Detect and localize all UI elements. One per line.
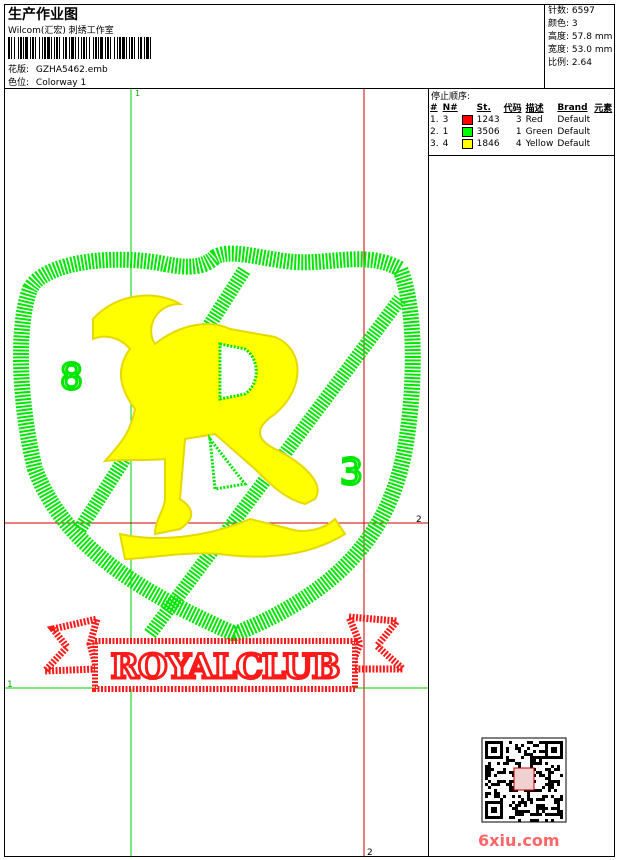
row-index: 1. — [430, 115, 439, 125]
row-brand: Default — [557, 115, 591, 125]
table-row: 1. 3 1243 3 Red Default — [430, 114, 616, 126]
stat-scale: 比例: 2.64 — [548, 58, 592, 68]
stat-width: 宽度: 53.0 mm — [548, 45, 613, 55]
col-index: # — [430, 102, 438, 113]
row-index: 3. — [430, 139, 439, 149]
barcode — [8, 37, 151, 59]
stat-colors: 颜色: 3 — [548, 19, 578, 29]
col-brand: Brand — [557, 102, 588, 113]
row-index: 2. — [430, 127, 439, 137]
row-needle: 1 — [442, 127, 449, 137]
row-element — [594, 114, 616, 126]
stats-panel: 针数: 6597 颜色: 3 高度: 57.8 mm 宽度: 53.0 mm 比… — [548, 5, 612, 70]
row-element — [594, 126, 616, 138]
colorway-line: 色位: Colorway 1 — [8, 75, 86, 88]
shield-number-left: 8 — [60, 357, 83, 398]
row-swatch — [461, 138, 477, 150]
stats-divider — [544, 4, 545, 88]
shield-outline — [12, 245, 421, 643]
row-code: 4 — [515, 139, 522, 149]
guide-h1-label: 1 — [7, 680, 13, 690]
colorway-name: Colorway 1 — [35, 78, 87, 88]
col-swatch — [462, 101, 477, 114]
watermark-text: 6xiu.com — [478, 831, 560, 850]
shield-number-right: 3 — [340, 452, 363, 493]
row-code: 1 — [515, 127, 522, 137]
table-row: 2. 1 3506 1 Green Default — [430, 126, 616, 138]
row-brand: Default — [557, 139, 591, 149]
guide-h2-label: 2 — [416, 515, 422, 525]
table-row: 3. 4 1846 4 Yellow Default — [430, 138, 616, 150]
color-swatch — [461, 114, 473, 125]
color-swatch — [461, 138, 473, 149]
design-file-line: 花版: GZHA5462.emb — [8, 62, 108, 75]
row-element — [594, 138, 616, 150]
design-file-label: 花版: — [8, 65, 30, 75]
banner-text: ROYALCLUB — [111, 647, 340, 687]
stat-height: 高度: 57.8 mm — [548, 32, 613, 42]
guide-v1-label: 1 — [135, 89, 140, 98]
row-description: Red — [525, 115, 543, 125]
col-stitches: St. — [476, 102, 491, 113]
table-header-row: # N# St. 代码 描述 Brand 元素 — [430, 101, 616, 115]
guide-v2-label: 2 — [367, 848, 373, 856]
col-description: 描述 — [525, 104, 544, 114]
site-logo: 6xiu.com — [478, 737, 567, 850]
row-code: 3 — [515, 115, 522, 125]
row-needle: 4 — [442, 139, 449, 149]
row-stitches: 1846 — [476, 139, 500, 149]
embroidery-preview: 1 2 1 2 8 3 ROYALCLUB — [5, 89, 428, 856]
stat-stitches: 针数: 6597 — [548, 6, 595, 16]
col-needle: N# — [442, 102, 458, 113]
row-description: Green — [525, 127, 553, 137]
row-swatch — [461, 126, 477, 138]
studio-name: Wilcom(汇宏) 刺绣工作室 — [8, 26, 114, 36]
row-swatch — [461, 114, 477, 126]
col-code: 代码 — [503, 104, 522, 114]
colorway-label: 色位: — [8, 78, 30, 88]
sheet-title: 生产作业图 — [8, 7, 78, 23]
panel-divider — [428, 88, 429, 857]
design-file-name: GZHA5462.emb — [35, 65, 108, 75]
row-stitches: 3506 — [476, 127, 500, 137]
stop-sequence-table: # N# St. 代码 描述 Brand 元素 1. 3 1243 3 Red Defau… — [430, 101, 616, 150]
row-stitches: 1243 — [476, 115, 500, 125]
row-needle: 3 — [442, 115, 449, 125]
color-swatch — [461, 126, 473, 137]
col-element: 元素 — [594, 104, 613, 114]
row-description: Yellow — [525, 139, 554, 149]
panel-table-divider — [428, 155, 615, 156]
row-brand: Default — [557, 127, 591, 137]
